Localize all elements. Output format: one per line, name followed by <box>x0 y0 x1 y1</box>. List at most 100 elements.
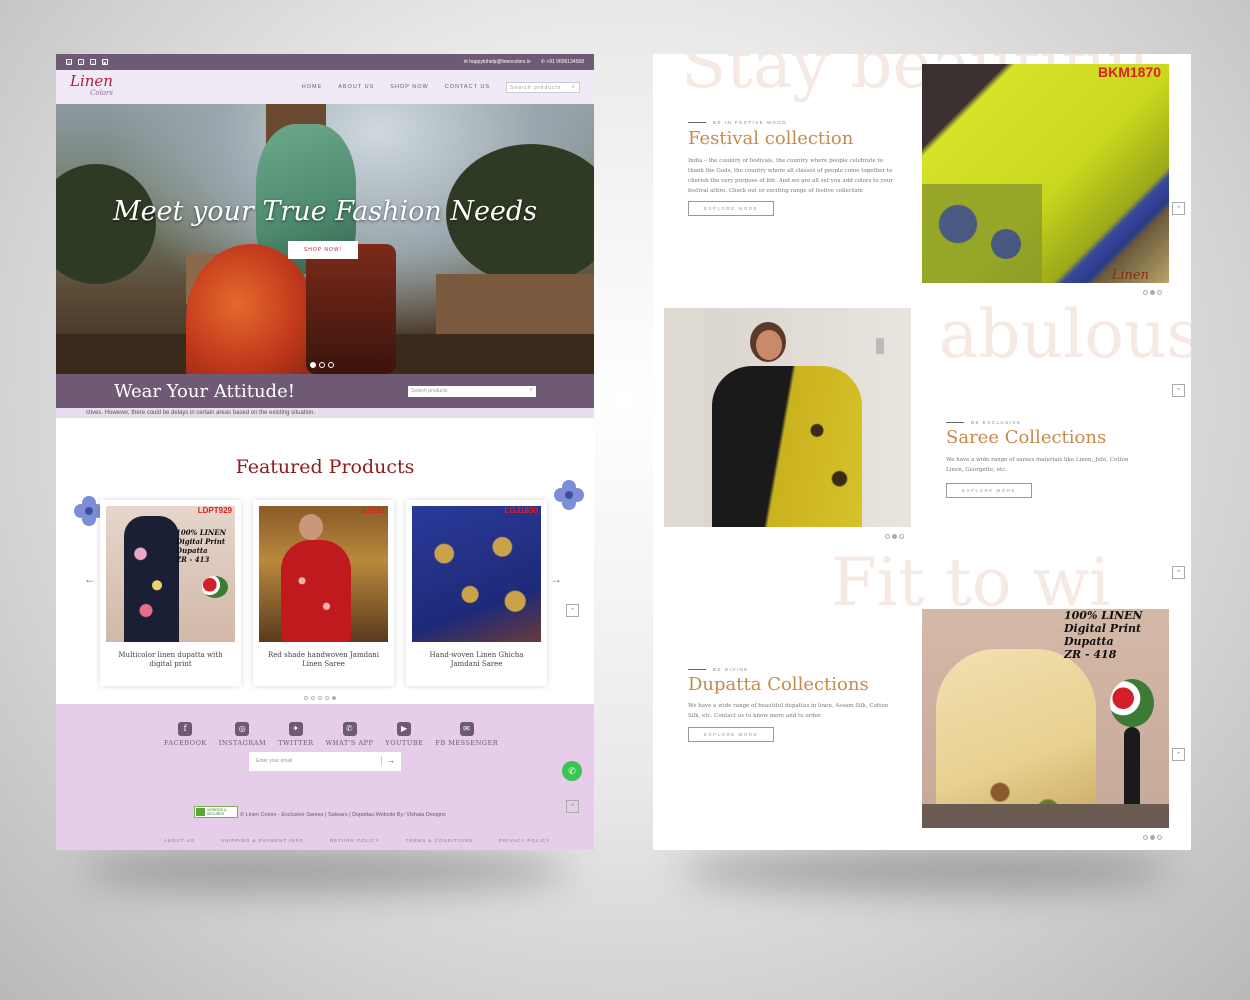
newsletter-submit-button[interactable]: → <box>381 756 395 765</box>
slide-dot[interactable] <box>1157 835 1162 840</box>
product-card[interactable]: LDPT929 100% LINEN Digital Print Dupatta… <box>100 500 241 686</box>
footer-links: ABOUT US SHIPPING & PAYMENT INFO RETURN … <box>164 838 550 843</box>
slide-dot[interactable] <box>892 534 897 539</box>
product-code: LJ927 <box>362 506 385 515</box>
footer-social: f FACEBOOK ◎ INSTAGRAM ✦ TWITTER ✆ WHAT'… <box>164 722 498 747</box>
slide-dot[interactable] <box>1157 290 1162 295</box>
footer-link-shipping[interactable]: SHIPPING & PAYMENT INFO <box>221 838 304 843</box>
nav-contact-us[interactable]: CONTACT US <box>445 84 490 90</box>
saree-collection-image[interactable] <box>664 308 911 527</box>
search-input[interactable]: Search products ⌕ <box>506 81 580 93</box>
footer-social-twitter[interactable]: ✦ TWITTER <box>278 722 314 747</box>
explore-more-button[interactable]: EXPLORE MORE <box>688 727 774 742</box>
product-code: LDPT929 <box>197 506 232 515</box>
vase <box>1124 727 1140 807</box>
instagram-icon[interactable]: ◎ <box>66 59 72 65</box>
scroll-top-button[interactable]: ⌃ <box>566 604 579 617</box>
slide-dot[interactable] <box>1143 290 1148 295</box>
attitude-banner: Wear Your Attitude! Search products ⌕ <box>56 374 594 408</box>
scroll-top-button[interactable]: ⌃ <box>1172 748 1185 761</box>
section-label: BE DIVINE <box>688 667 749 672</box>
footer-link-return[interactable]: RETURN POLICY <box>330 838 380 843</box>
search-icon[interactable]: ⌕ <box>530 387 533 394</box>
scroll-top-button[interactable]: ⌃ <box>566 800 579 813</box>
saree-border-pattern <box>922 184 1042 283</box>
verified-secured-badge: VERIFIED & SECURED <box>194 806 238 818</box>
scroll-top-button[interactable]: ⌃ <box>1172 566 1185 579</box>
newsletter-email-input[interactable]: Enter your email → <box>249 752 401 771</box>
slide-dot[interactable] <box>1143 835 1148 840</box>
festival-saree-image[interactable]: BKM1870 Linen <box>922 64 1169 283</box>
top-social-icons: ◎ f t ▶ <box>66 59 108 65</box>
footer-social-youtube[interactable]: ▶ YOUTUBE <box>385 722 423 747</box>
hero-model-saree <box>306 244 396 374</box>
twitter-icon[interactable]: t <box>90 59 96 65</box>
nav-about-us[interactable]: ABOUT US <box>338 84 374 90</box>
pager-dot[interactable] <box>304 696 308 700</box>
navbar: Linen Colors HOME ABOUT US SHOP NOW CONT… <box>56 70 594 104</box>
model-face <box>756 330 782 360</box>
section-label: BE IN FESTIVE MOOD <box>688 120 787 125</box>
footer: f FACEBOOK ◎ INSTAGRAM ✦ TWITTER ✆ WHAT'… <box>56 704 594 850</box>
product-image[interactable]: LGJ1830 <box>412 506 541 642</box>
whatsapp-chat-button[interactable]: ✆ <box>562 761 582 781</box>
carousel-next-arrow[interactable]: → <box>550 572 562 586</box>
section-title: Featured Products <box>235 456 415 478</box>
featured-products: Featured Products ← → LDPT929 100% LINEN… <box>56 418 594 704</box>
logo[interactable]: Linen Colors <box>70 74 113 99</box>
instagram-icon: ◎ <box>235 722 250 736</box>
phone-link[interactable]: ✆ +91 9606134568 <box>541 59 584 65</box>
shop-now-button[interactable]: SHOP NOW! <box>288 241 358 259</box>
facebook-icon: f <box>178 722 193 736</box>
dupatta-collection-image[interactable]: 100% LINEN Digital Print Dupatta ZR - 41… <box>922 609 1169 828</box>
search-icon[interactable]: ⌕ <box>572 84 576 91</box>
section-title: Festival collection <box>688 128 854 149</box>
scroll-top-button[interactable]: ⌃ <box>1172 384 1185 397</box>
product-image[interactable]: LJ927 <box>259 506 388 642</box>
slide-dot[interactable] <box>1150 290 1155 295</box>
footer-link-about[interactable]: ABOUT US <box>164 838 195 843</box>
page-shadow <box>80 850 570 890</box>
footer-social-instagram[interactable]: ◎ INSTAGRAM <box>219 722 266 747</box>
pager-dot[interactable] <box>332 696 336 700</box>
explore-more-button[interactable]: EXPLORE MORE <box>946 483 1032 498</box>
youtube-icon[interactable]: ▶ <box>102 59 108 65</box>
pager-dot[interactable] <box>325 696 329 700</box>
slide-dot[interactable] <box>310 362 316 368</box>
nav-shop-now[interactable]: SHOP NOW <box>390 84 428 90</box>
messenger-icon: ✉ <box>459 722 474 736</box>
product-name[interactable]: Hand-woven Linen Ghicha Jamdani Saree <box>412 651 541 669</box>
product-card[interactable]: LJ927 Red shade handwoven Jamdani Linen … <box>253 500 394 686</box>
collections-page-mockup: Stay beautiful abulous Fit to wi BE IN F… <box>653 54 1191 850</box>
slide-dot[interactable] <box>319 362 325 368</box>
footer-link-terms[interactable]: TERMS & CONDITIONS <box>405 838 473 843</box>
slide-dot[interactable] <box>885 534 890 539</box>
banner-search-input[interactable]: Search products ⌕ <box>408 385 536 397</box>
product-name[interactable]: Multicolor linen dupatta with digital pr… <box>106 651 235 669</box>
product-image[interactable]: LDPT929 100% LINEN Digital Print Dupatta… <box>106 506 235 642</box>
carousel-prev-arrow[interactable]: ← <box>84 572 96 586</box>
scroll-top-button[interactable]: ⌃ <box>1172 202 1185 215</box>
slide-dot[interactable] <box>1150 835 1155 840</box>
hero-ruin <box>436 274 594 334</box>
flower-icon <box>554 480 584 510</box>
twitter-icon: ✦ <box>288 722 303 736</box>
email-link[interactable]: ✉ happytohelp@linencolors.in <box>464 59 531 65</box>
footer-social-facebook[interactable]: f FACEBOOK <box>164 722 207 747</box>
product-card[interactable]: LGJ1830 Hand-woven Linen Ghicha Jamdani … <box>406 500 547 686</box>
footer-link-privacy[interactable]: PRIVACY POLICY <box>499 838 550 843</box>
top-bar: ◎ f t ▶ ✉ happytohelp@linencolors.in ✆ +… <box>56 54 594 70</box>
pager-dot[interactable] <box>318 696 322 700</box>
notice-ticker: ctives. However, there could be delays i… <box>56 408 594 418</box>
explore-more-button[interactable]: EXPLORE MORE <box>688 201 774 216</box>
section-description: We have a wide range of beautiful dupatt… <box>688 703 889 719</box>
nav-home[interactable]: HOME <box>302 84 323 90</box>
footer-social-whatsapp[interactable]: ✆ WHAT'S APP <box>326 722 374 747</box>
pager-dot[interactable] <box>311 696 315 700</box>
facebook-icon[interactable]: f <box>78 59 84 65</box>
footer-social-messenger[interactable]: ✉ FB MESSENGER <box>435 722 498 747</box>
slide-dot[interactable] <box>328 362 334 368</box>
ghost-text: abulous <box>939 296 1191 373</box>
slide-dot[interactable] <box>899 534 904 539</box>
product-name[interactable]: Red shade handwoven Jamdani Linen Saree <box>259 651 388 669</box>
